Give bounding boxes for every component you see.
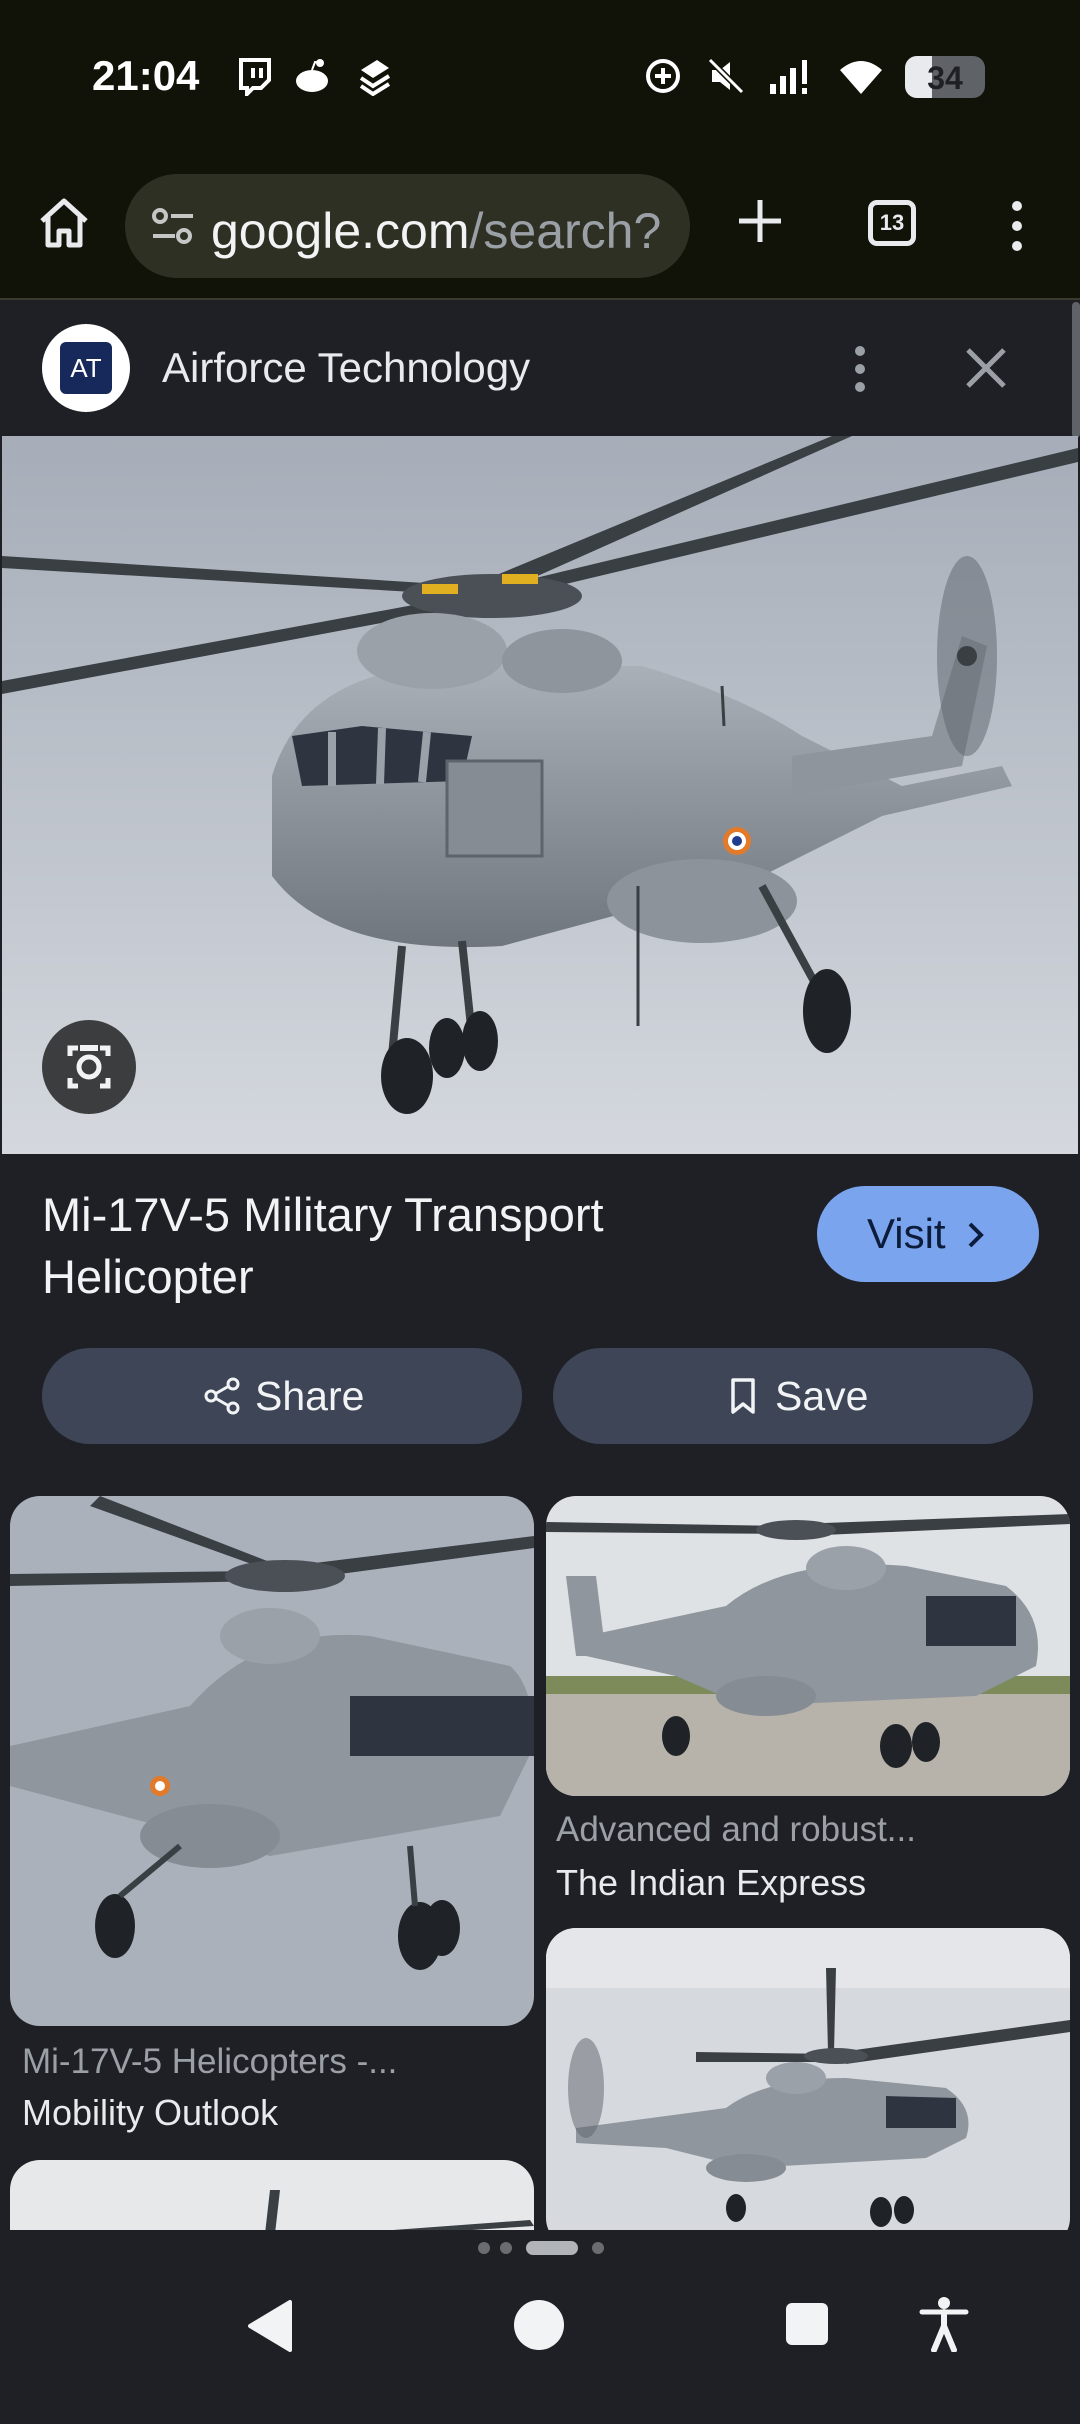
url-domain: google.com [211, 203, 470, 259]
source-logo-text: AT [60, 342, 112, 394]
back-icon[interactable] [244, 2298, 296, 2354]
image-title: Mi-17V-5 Military Transport Helicopter [42, 1188, 604, 1303]
share-label: Share [255, 1373, 365, 1419]
address-bar[interactable]: google.com/search? [125, 174, 690, 278]
page-dot [500, 2242, 512, 2254]
battery-percent: 34 [927, 60, 963, 96]
system-nav-bar [0, 2268, 1080, 2424]
related-source[interactable]: Mobility Outlook [22, 2092, 278, 2134]
share-icon [204, 1377, 240, 1415]
url-text[interactable]: google.com/search? [211, 202, 671, 260]
helicopter-thumbnail [10, 1496, 534, 2026]
more-options-icon[interactable] [840, 344, 880, 394]
mute-icon [707, 57, 745, 95]
source-logo[interactable]: AT [42, 324, 130, 412]
image-viewer-panel: AT Airforce Technology Mi-17V-5 Military… [0, 302, 1080, 2230]
visit-label: Visit [867, 1210, 946, 1257]
accessibility-icon[interactable] [918, 2296, 970, 2352]
save-label: Save [775, 1373, 869, 1419]
chevron-right-icon [968, 1222, 984, 1248]
related-caption[interactable]: Advanced and robust... [556, 1810, 916, 1850]
twitch-icon [239, 58, 271, 96]
related-caption[interactable]: Mi-17V-5 Helicopters -... [22, 2042, 397, 2082]
related-image-card[interactable] [10, 1496, 534, 2026]
helicopter-thumbnail [10, 2160, 534, 2230]
signal-icon [770, 60, 807, 94]
save-button[interactable]: Save [553, 1348, 1033, 1444]
status-time: 21:04 [92, 52, 200, 99]
related-image-card[interactable] [10, 2160, 534, 2230]
close-icon[interactable] [964, 346, 1008, 390]
lens-icon [67, 1045, 111, 1089]
home-icon[interactable] [36, 195, 92, 251]
page-indicator [0, 2228, 1080, 2268]
new-tab-icon[interactable] [735, 196, 785, 246]
helicopter-photo [2, 436, 1078, 1154]
data-saver-icon [646, 59, 680, 93]
visit-button[interactable]: Visit [817, 1186, 1039, 1282]
site-settings-icon[interactable] [151, 206, 195, 246]
recents-button[interactable] [786, 2303, 828, 2345]
browser-toolbar: google.com/search? 13 [0, 160, 1080, 300]
bookmark-icon [731, 1378, 755, 1414]
helicopter-thumbnail [546, 1928, 1070, 2230]
more-menu-icon[interactable] [1000, 196, 1034, 256]
battery-indicator: 34 [905, 56, 985, 98]
home-button[interactable] [514, 2300, 564, 2350]
source-name[interactable]: Airforce Technology [162, 344, 530, 392]
related-image-card[interactable] [546, 1496, 1070, 1796]
status-bar: 21:04 34 [0, 0, 1080, 160]
lens-search-button[interactable] [42, 1020, 136, 1114]
layers-app-icon [359, 60, 391, 96]
source-header: AT Airforce Technology [0, 302, 1080, 436]
related-source[interactable]: The Indian Express [556, 1862, 866, 1904]
page-dot [478, 2242, 490, 2254]
main-image[interactable] [2, 436, 1078, 1154]
tab-switcher-button[interactable]: 13 [868, 200, 916, 246]
wifi-icon [840, 61, 882, 94]
page-dot [592, 2242, 604, 2254]
share-button[interactable]: Share [42, 1348, 522, 1444]
reddit-icon [296, 59, 328, 92]
url-path: /search? [469, 203, 662, 259]
helicopter-thumbnail [546, 1496, 1070, 1796]
related-image-card[interactable] [546, 1928, 1070, 2230]
page-dot-active [526, 2241, 578, 2255]
screen: 21:04 34 google.com/search? 13 AT Airfor… [0, 0, 1080, 2424]
